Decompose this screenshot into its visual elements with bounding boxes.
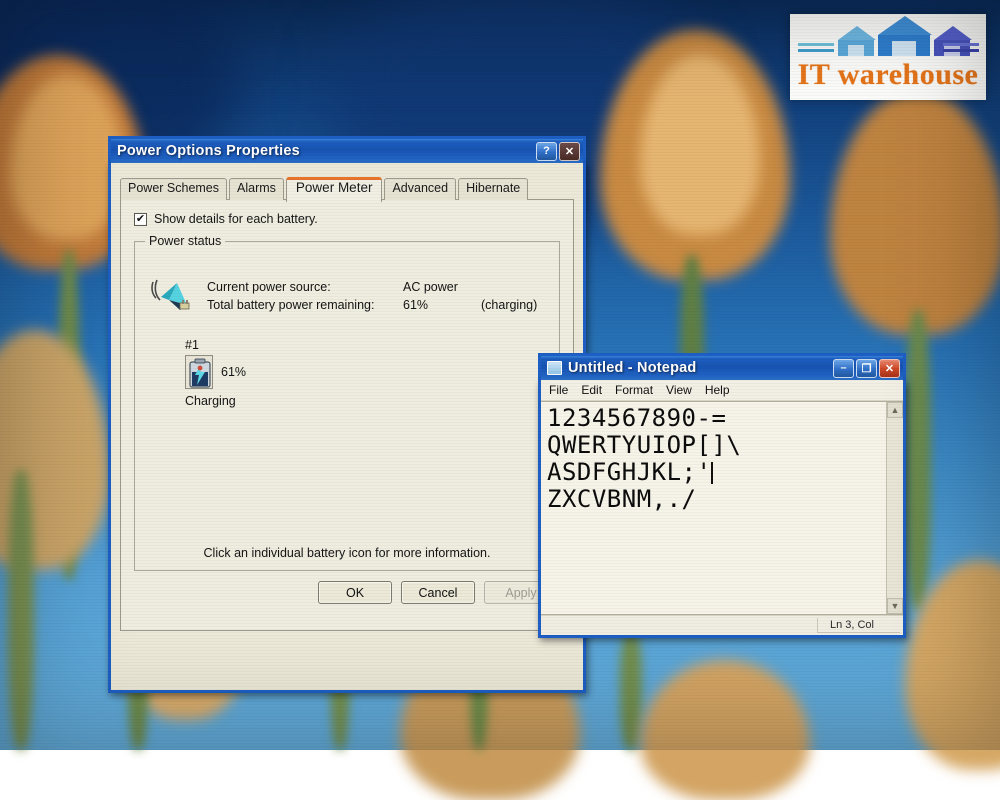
menu-view[interactable]: View [666, 383, 692, 397]
tab-hibernate[interactable]: Hibernate [458, 178, 529, 200]
text-caret [711, 461, 714, 484]
battery-icon-row[interactable]: 61% [185, 355, 547, 389]
close-icon[interactable]: ✕ [559, 141, 580, 161]
power-status-legend: Power status [145, 234, 226, 248]
notepad-vertical-scrollbar[interactable]: ▲ ▼ [886, 402, 903, 614]
power-status-groupbox: Power status Current power source: AC po… [134, 234, 560, 571]
battery-detail-block: #1 61% Charging [185, 338, 547, 408]
power-source-row: Current power source: AC power [207, 280, 537, 294]
power-dialog-titlebar[interactable]: Power Options Properties ? ✕ [108, 136, 586, 163]
ok-button[interactable]: OK [318, 581, 392, 604]
wallpaper-stem [620, 630, 642, 750]
logo-bar-left [798, 43, 834, 46]
power-dialog-tabstrip: Power Schemes Alarms Power Meter Advance… [120, 175, 574, 202]
battery-charging-icon[interactable] [185, 355, 213, 389]
power-dialog-title: Power Options Properties [117, 143, 300, 159]
notepad-text-area-container[interactable]: 1234567890-= QWERTYUIOP[]\ ASDFGHJKL;' ZXCV… [541, 401, 903, 615]
notepad-line: ZXCVBNM,./ [547, 484, 697, 513]
show-details-checkbox[interactable]: ✔ [134, 212, 147, 226]
show-details-checkbox-row[interactable]: ✔ Show details for each battery. [134, 212, 560, 226]
power-status-lines: Current power source: AC power Total bat… [207, 276, 537, 316]
notepad-titlebar[interactable]: Untitled - Notepad – ❐ ✕ [538, 353, 906, 380]
logo-wordmark: IT warehouse [797, 58, 979, 91]
notepad-body: File Edit Format View Help 1234567890-= Q… [538, 380, 906, 638]
logo-bar-left [798, 49, 834, 52]
it-warehouse-logo: IT warehouse [790, 14, 986, 100]
battery-number-label: #1 [185, 338, 199, 352]
power-source-value: AC power [403, 280, 458, 294]
notepad-title: Untitled - Notepad [568, 360, 697, 376]
battery-remaining-row: Total battery power remaining: 61% (char… [207, 298, 537, 312]
logo-bar-right [943, 49, 979, 52]
wallpaper-stem [905, 310, 931, 610]
wallpaper-stem [8, 470, 34, 750]
tab-alarms[interactable]: Alarms [229, 178, 284, 200]
menu-format[interactable]: Format [615, 383, 653, 397]
notepad-status-bar: Ln 3, Col [541, 615, 903, 635]
notepad-window[interactable]: Untitled - Notepad – ❐ ✕ File Edit Forma… [538, 353, 906, 638]
power-source-label: Current power source: [207, 280, 331, 294]
menu-file[interactable]: File [549, 383, 568, 397]
power-meter-tab-page: ✔ Show details for each battery. Power s… [120, 199, 574, 631]
scroll-down-icon[interactable]: ▼ [887, 598, 903, 614]
logo-bar-right [943, 43, 979, 46]
menu-edit[interactable]: Edit [581, 383, 602, 397]
power-options-properties-window[interactable]: Power Options Properties ? ✕ Power Schem… [108, 136, 586, 693]
notepad-app-icon [547, 361, 562, 375]
wallpaper-tulip [640, 660, 810, 800]
battery-charging-note: (charging) [481, 298, 538, 312]
scroll-up-icon[interactable]: ▲ [887, 402, 903, 418]
tab-power-meter[interactable]: Power Meter [285, 177, 383, 202]
notepad-line-with-caret: ASDFGHJKL;' [547, 457, 886, 486]
tab-power-schemes[interactable]: Power Schemes [120, 178, 228, 200]
notepad-line: ASDFGHJKL;' [547, 457, 712, 486]
menu-help[interactable]: Help [705, 383, 730, 397]
notepad-line: QWERTYUIOP[]\ [547, 430, 742, 459]
minimize-icon[interactable]: – [833, 358, 854, 378]
tab-advanced[interactable]: Advanced [384, 178, 457, 200]
ac-adapter-icon [147, 276, 193, 316]
cancel-button[interactable]: Cancel [401, 581, 475, 604]
battery-percent-label: 61% [221, 365, 247, 379]
show-details-label: Show details for each battery. [154, 212, 318, 226]
battery-hint-text: Click an individual battery icon for mor… [203, 546, 491, 560]
logo-houses-graphic [790, 16, 986, 59]
help-button[interactable]: ? [536, 141, 557, 161]
battery-remaining-value: 61% [403, 298, 429, 312]
maximize-icon[interactable]: ❐ [856, 358, 877, 378]
battery-state-label: Charging [185, 394, 236, 408]
notepad-text-area[interactable]: 1234567890-= QWERTYUIOP[]\ ASDFGHJKL;' ZXCV… [541, 402, 886, 614]
notepad-titlebar-buttons: – ❐ ✕ [833, 358, 900, 378]
battery-remaining-label: Total battery power remaining: [207, 298, 375, 312]
logo-house-center [878, 16, 932, 56]
logo-house-small-left [838, 26, 876, 56]
wallpaper-tulip [830, 90, 1000, 335]
notepad-line: 1234567890-= [547, 404, 727, 432]
power-dialog-titlebar-buttons: ? ✕ [536, 141, 580, 161]
power-status-row: Current power source: AC power Total bat… [147, 276, 547, 316]
notepad-menubar: File Edit Format View Help [541, 380, 903, 401]
power-dialog-buttons: OK Cancel Apply [134, 581, 560, 604]
close-icon[interactable]: ✕ [879, 358, 900, 378]
cursor-position-label: Ln 3, Col [816, 618, 900, 633]
power-dialog-body: Power Schemes Alarms Power Meter Advance… [108, 163, 586, 693]
